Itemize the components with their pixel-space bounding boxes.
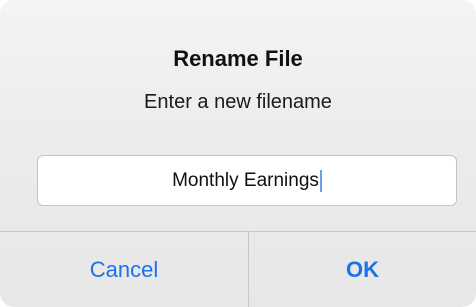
rename-file-dialog: Rename File Enter a new filename Monthly…: [0, 0, 476, 307]
dialog-message: Enter a new filename: [144, 91, 332, 113]
filename-input-value: Monthly Earnings: [172, 169, 319, 191]
ok-button[interactable]: OK: [249, 232, 476, 307]
filename-input[interactable]: Monthly Earnings: [37, 155, 457, 206]
dialog-title: Rename File: [173, 46, 303, 71]
text-caret: [319, 169, 322, 192]
cancel-button[interactable]: Cancel: [0, 232, 248, 307]
